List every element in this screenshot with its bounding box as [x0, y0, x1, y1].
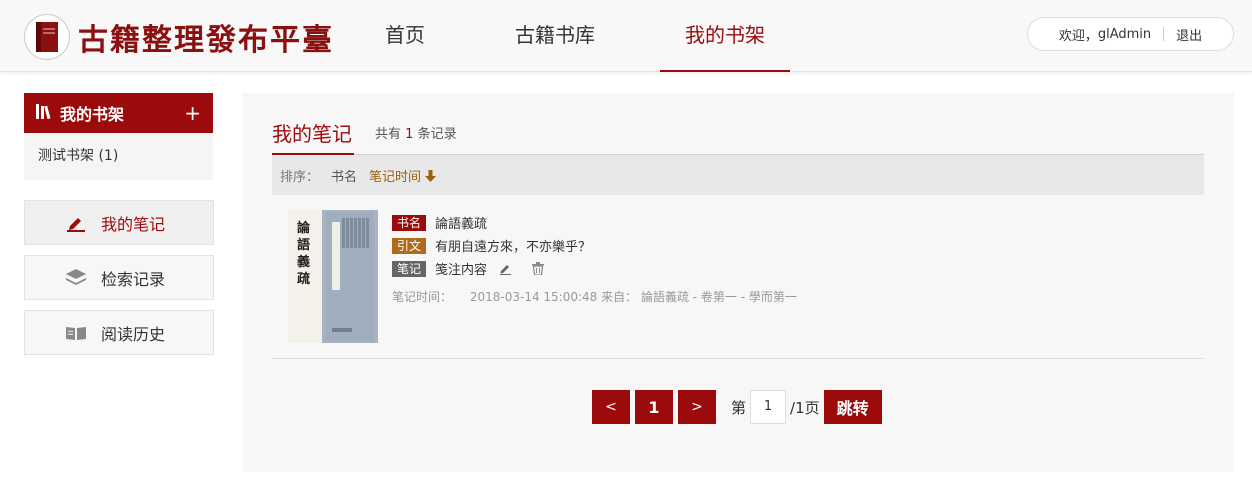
section-title-row: 我的笔记 共有 1 条记录	[272, 118, 1204, 155]
count-suffix: 条记录	[417, 127, 457, 142]
note-item: 論語義疏 书名 論語義疏 引文 有朋自遠方來，不亦樂乎？ 笔记 笺注内容 笔记时…	[272, 195, 1204, 359]
sort-by-time[interactable]: 笔记时间	[369, 166, 437, 185]
nav-home[interactable]: 首页	[360, 0, 450, 72]
shelf-header-title: 我的书架	[60, 105, 125, 124]
total-pages: /1页	[790, 398, 820, 417]
nav-library[interactable]: 古籍书库	[490, 0, 620, 72]
menu-my-notes[interactable]: 我的笔记	[24, 200, 214, 245]
divider	[1163, 27, 1165, 41]
user-box: 欢迎， glAdmin 退出	[1027, 17, 1234, 51]
goto-prefix: 第	[731, 398, 747, 417]
note-quote-row: 引文 有朋自遠方來，不亦樂乎？	[392, 236, 591, 255]
note-content-row: 笔记 笺注内容	[392, 259, 545, 278]
logo[interactable]: 古籍整理發布平臺	[24, 14, 334, 60]
note-book-title[interactable]: 論語義疏	[435, 213, 487, 232]
menu-search-history[interactable]: 检索记录	[24, 255, 214, 300]
edit-icon[interactable]	[499, 262, 512, 275]
note-content: 笺注内容	[435, 263, 488, 278]
menu-reading-history[interactable]: 阅读历史	[24, 310, 214, 355]
open-book-icon	[65, 323, 87, 343]
books-icon	[36, 103, 54, 123]
plus-icon[interactable]: +	[184, 103, 201, 123]
note-book-row: 书名 論語義疏	[392, 213, 487, 232]
logo-text: 古籍整理發布平臺	[78, 23, 334, 58]
nav-my-shelf[interactable]: 我的书架	[660, 0, 790, 72]
welcome-text: 欢迎，	[1058, 28, 1098, 44]
main-panel: 我的笔记 共有 1 条记录 排序： 书名 笔记时间 論語義疏 书名 論語義疏 引…	[242, 93, 1234, 472]
note-source[interactable]: 論語義疏 - 卷第一 - 學而第一	[641, 290, 797, 304]
menu-label: 我的笔记	[101, 214, 166, 234]
tag-quote: 引文	[392, 237, 427, 254]
sort-by-time-label: 笔记时间	[369, 169, 422, 185]
tag-book: 书名	[392, 214, 427, 231]
sort-label: 排序：	[280, 169, 320, 185]
count-value: 1	[405, 127, 414, 142]
shelf-item[interactable]: 测试书架 (1)	[24, 133, 213, 180]
prev-page-button[interactable]: <	[592, 390, 630, 424]
shelf-header: 我的书架 +	[24, 93, 213, 133]
cover-title: 論語義疏	[297, 221, 311, 287]
main-nav: 首页 古籍书库 我的书架	[360, 0, 830, 72]
note-time: 2018-03-14 15:00:48	[469, 290, 598, 304]
page-input[interactable]: 1	[750, 390, 787, 424]
note-source-label: 来自：	[601, 290, 638, 304]
book-cover[interactable]: 論語義疏	[288, 210, 378, 343]
tag-note: 笔记	[392, 260, 427, 277]
page-1-button[interactable]: 1	[635, 390, 673, 424]
arrow-down-icon	[425, 169, 437, 185]
record-count: 共有 1 条记录	[375, 123, 457, 142]
note-meta: 笔记时间： 2018-03-14 15:00:48 来自： 論語義疏 - 卷第一…	[392, 288, 797, 305]
sort-bar: 排序： 书名 笔记时间	[272, 155, 1204, 195]
trash-icon[interactable]	[532, 262, 545, 275]
menu-label: 阅读历史	[101, 324, 166, 344]
logout-link[interactable]: 退出	[1176, 25, 1202, 44]
pen-icon	[65, 213, 87, 233]
next-page-button[interactable]: >	[678, 390, 716, 424]
count-prefix: 共有	[375, 127, 402, 142]
menu-label: 检索记录	[101, 269, 166, 289]
section-title: 我的笔记	[272, 118, 354, 155]
jump-button[interactable]: 跳转	[823, 390, 882, 424]
note-quote: 有朋自遠方來，不亦樂乎？	[435, 240, 592, 255]
sort-by-title[interactable]: 书名	[331, 166, 357, 185]
header: 古籍整理發布平臺 首页 古籍书库 我的书架 欢迎， glAdmin 退出	[0, 0, 1252, 72]
note-time-label: 笔记时间：	[392, 290, 453, 304]
layers-icon	[65, 268, 87, 288]
pagination: < 1 > 第 1 /1页 跳转	[592, 390, 882, 424]
username[interactable]: glAdmin	[1098, 27, 1151, 42]
book-logo-icon	[24, 14, 70, 60]
